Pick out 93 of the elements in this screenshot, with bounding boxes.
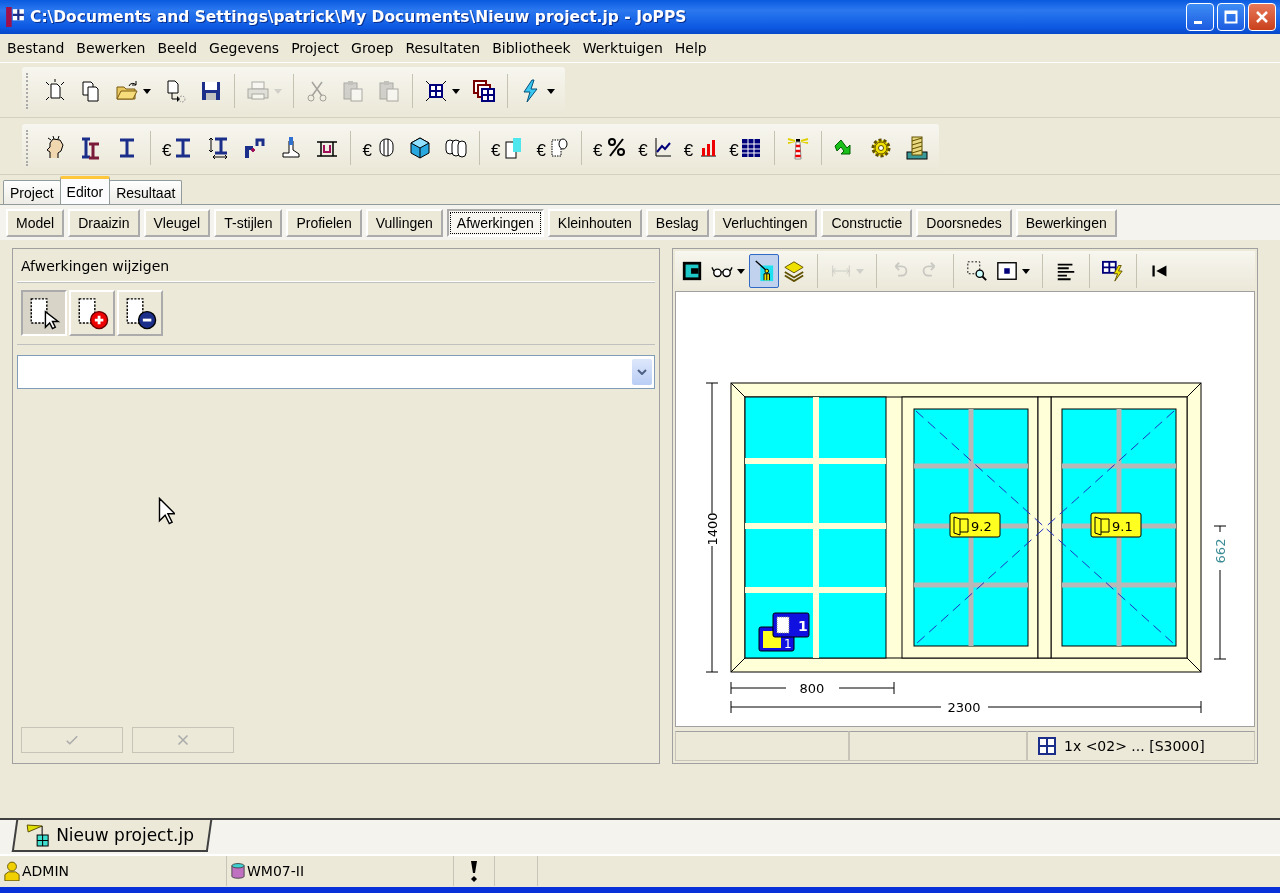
dimension-line: 800 bbox=[730, 681, 895, 696]
cube-icon bbox=[407, 136, 432, 160]
tab[interactable]: T-stijlen bbox=[214, 208, 283, 237]
caret-icon bbox=[856, 268, 864, 274]
dimension-line: 662 bbox=[1213, 525, 1228, 660]
scissors-icon bbox=[305, 79, 329, 103]
tab[interactable]: Beslag bbox=[645, 208, 709, 237]
menu-item[interactable]: Project bbox=[285, 40, 346, 56]
toolbar-button[interactable]: € bbox=[530, 130, 576, 166]
status-text: WM07-II bbox=[247, 863, 305, 879]
corner-joint-icon bbox=[243, 136, 268, 160]
toolbar-button[interactable]: € bbox=[156, 130, 202, 166]
close-icon bbox=[1255, 10, 1269, 24]
menu-item[interactable]: Beeld bbox=[151, 40, 204, 56]
database-icon bbox=[231, 863, 245, 879]
tab[interactable]: Verluchtingen bbox=[712, 208, 818, 237]
tab[interactable]: Vleugel bbox=[143, 208, 211, 237]
lighthouse-icon bbox=[785, 136, 810, 160]
tool-button[interactable] bbox=[69, 290, 115, 336]
caret-icon bbox=[274, 88, 282, 94]
cylinders-icon bbox=[443, 136, 468, 160]
toolbar-button[interactable] bbox=[749, 254, 779, 288]
maximize-button[interactable] bbox=[1217, 3, 1245, 31]
menu-item[interactable]: Groep bbox=[345, 40, 400, 56]
tab[interactable]: Kleinhouten bbox=[547, 208, 642, 237]
maximize-icon bbox=[1224, 10, 1238, 24]
person-icon bbox=[753, 260, 775, 282]
tab[interactable]: Resultaat bbox=[109, 180, 183, 204]
screw-icon bbox=[904, 136, 929, 160]
caret-icon bbox=[143, 88, 151, 94]
menu-item[interactable]: Bibliotheek bbox=[486, 40, 577, 56]
caret-icon bbox=[1022, 268, 1030, 274]
panel-title: Afwerkingen wijzigen bbox=[21, 258, 170, 274]
grid-icon bbox=[424, 79, 448, 103]
tool-button[interactable] bbox=[117, 290, 163, 336]
clipboard-icon bbox=[377, 79, 401, 103]
chevron-down-icon bbox=[637, 369, 647, 375]
grid-lightning-icon bbox=[1102, 260, 1124, 282]
page-icon bbox=[43, 79, 67, 103]
tab[interactable]: Project bbox=[3, 180, 61, 204]
grid-icon bbox=[1038, 737, 1056, 755]
user-icon bbox=[4, 861, 20, 881]
minimize-icon bbox=[1194, 20, 1202, 24]
caret-icon bbox=[547, 88, 555, 94]
document-tab[interactable]: Nieuw project.jp bbox=[11, 820, 213, 852]
clipboard-icon bbox=[341, 79, 365, 103]
close-button[interactable] bbox=[1248, 3, 1276, 31]
printer-icon bbox=[246, 79, 270, 103]
minimize-button[interactable] bbox=[1186, 3, 1214, 31]
tab[interactable]: Profielen bbox=[286, 208, 362, 237]
status-text: 1x <02> ... [S3000] bbox=[1064, 738, 1205, 754]
menu-item[interactable]: Resultaten bbox=[399, 40, 487, 56]
menu-item[interactable]: Gegevens bbox=[203, 40, 286, 56]
status-text: ADMIN bbox=[22, 863, 70, 879]
toolbar-button[interactable]: € bbox=[586, 130, 633, 166]
mouse-pointer-icon bbox=[158, 497, 175, 525]
frame-icon bbox=[681, 260, 703, 282]
exclamation-icon bbox=[470, 860, 478, 882]
app-icon bbox=[6, 7, 24, 27]
dimension-line: 2300 bbox=[730, 700, 1202, 715]
toolbar-button[interactable]: € bbox=[632, 130, 678, 166]
zoom-selection-icon bbox=[966, 260, 988, 282]
dropdown-field[interactable] bbox=[17, 355, 655, 389]
toolbar-button[interactable]: € bbox=[356, 130, 402, 166]
caret-icon bbox=[452, 88, 460, 94]
dropdown-button[interactable] bbox=[632, 359, 652, 385]
tab[interactable]: Constructie bbox=[821, 208, 913, 237]
tab[interactable]: Model bbox=[6, 208, 65, 237]
menu-item[interactable]: Werktuigen bbox=[576, 40, 669, 56]
tool-button[interactable] bbox=[21, 290, 67, 336]
frame-view-icon bbox=[996, 260, 1018, 282]
stacked-grids-icon bbox=[472, 79, 496, 103]
menu-item[interactable]: Bestand bbox=[1, 40, 71, 56]
finish-badge: 1 1 bbox=[758, 612, 810, 652]
menu-item[interactable]: Bewerken bbox=[70, 40, 152, 56]
caret-icon bbox=[737, 268, 745, 274]
tab[interactable]: Doorsnedes bbox=[916, 208, 1012, 237]
sash-label: 9.1 bbox=[1090, 512, 1142, 538]
crane-house-icon bbox=[26, 823, 51, 847]
layers-icon bbox=[783, 260, 805, 282]
tab[interactable]: Bewerkingen bbox=[1015, 208, 1117, 237]
toolbar-button[interactable]: € bbox=[484, 130, 531, 166]
tab[interactable]: Draaizin bbox=[68, 208, 140, 237]
window-title: C:\Documents and Settings\patrick\My Documents\Nieuw project.jp - JoPPS bbox=[30, 8, 688, 26]
tab[interactable]: Afwerkingen bbox=[446, 208, 544, 237]
dimension-line: 1400 bbox=[705, 382, 720, 673]
menu-item[interactable]: Help bbox=[668, 40, 713, 56]
tab[interactable]: Editor bbox=[59, 176, 111, 204]
toolbar-button[interactable]: € bbox=[723, 130, 769, 166]
sash-label: 9.2 bbox=[949, 512, 1001, 538]
tab[interactable]: Vullingen bbox=[365, 208, 443, 237]
toolbar-button[interactable]: € bbox=[677, 130, 724, 166]
folder-icon bbox=[115, 79, 139, 103]
